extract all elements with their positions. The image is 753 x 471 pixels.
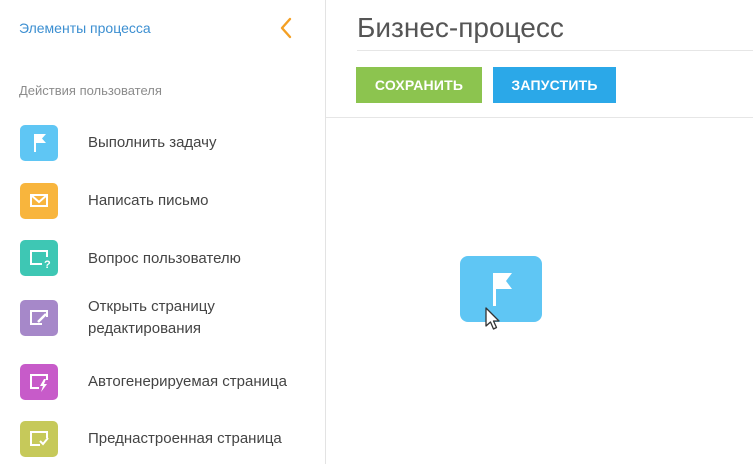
sidebar-item-write-email[interactable]: Написать письмо bbox=[0, 183, 325, 233]
question-window-icon: ? bbox=[20, 240, 58, 276]
envelope-icon bbox=[20, 183, 58, 219]
process-canvas[interactable] bbox=[326, 118, 753, 464]
lightning-page-icon bbox=[20, 364, 58, 400]
sidebar-item-label: Выполнить задачу bbox=[88, 134, 217, 151]
sidebar-item-label: Автогенерируемая страница bbox=[88, 373, 287, 390]
sidebar-item-label: Открыть страницу редактирования bbox=[88, 296, 215, 340]
sidebar-title[interactable]: Элементы процесса bbox=[19, 20, 151, 36]
title-divider bbox=[357, 50, 753, 51]
process-designer: Бизнес-процесс СОХРАНИТЬ ЗАПУСТИТЬ bbox=[326, 0, 753, 464]
check-page-icon bbox=[20, 421, 58, 457]
sidebar-item-label: Преднастроенная страница bbox=[88, 430, 282, 447]
sidebar-item-label-line1: Открыть страницу bbox=[88, 298, 215, 315]
section-label-user-actions: Действия пользователя bbox=[19, 83, 162, 98]
collapse-sidebar-button[interactable] bbox=[276, 14, 296, 42]
run-button[interactable]: ЗАПУСТИТЬ bbox=[493, 67, 616, 103]
chevron-left-icon bbox=[280, 17, 292, 39]
process-elements-sidebar: Элементы процесса Действия пользователя … bbox=[0, 0, 326, 464]
page-title: Бизнес-процесс bbox=[357, 12, 564, 43]
edit-page-icon bbox=[20, 300, 58, 336]
sidebar-item-label: Написать письмо bbox=[88, 192, 209, 209]
sidebar-item-label-line2: редактирования bbox=[88, 320, 202, 337]
sidebar-item-perform-task[interactable]: Выполнить задачу bbox=[0, 125, 325, 175]
sidebar-item-user-question[interactable]: ? Вопрос пользователю bbox=[0, 240, 325, 290]
mouse-cursor-icon bbox=[485, 307, 500, 330]
sidebar-item-label: Вопрос пользователю bbox=[88, 250, 241, 267]
sidebar-item-open-edit-page[interactable]: Открыть страницу редактирования bbox=[0, 298, 325, 346]
sidebar-item-autogenerated-page[interactable]: Автогенерируемая страница bbox=[0, 364, 325, 414]
flag-icon bbox=[20, 125, 58, 161]
svg-text:?: ? bbox=[44, 259, 51, 271]
save-button[interactable]: СОХРАНИТЬ bbox=[356, 67, 482, 103]
